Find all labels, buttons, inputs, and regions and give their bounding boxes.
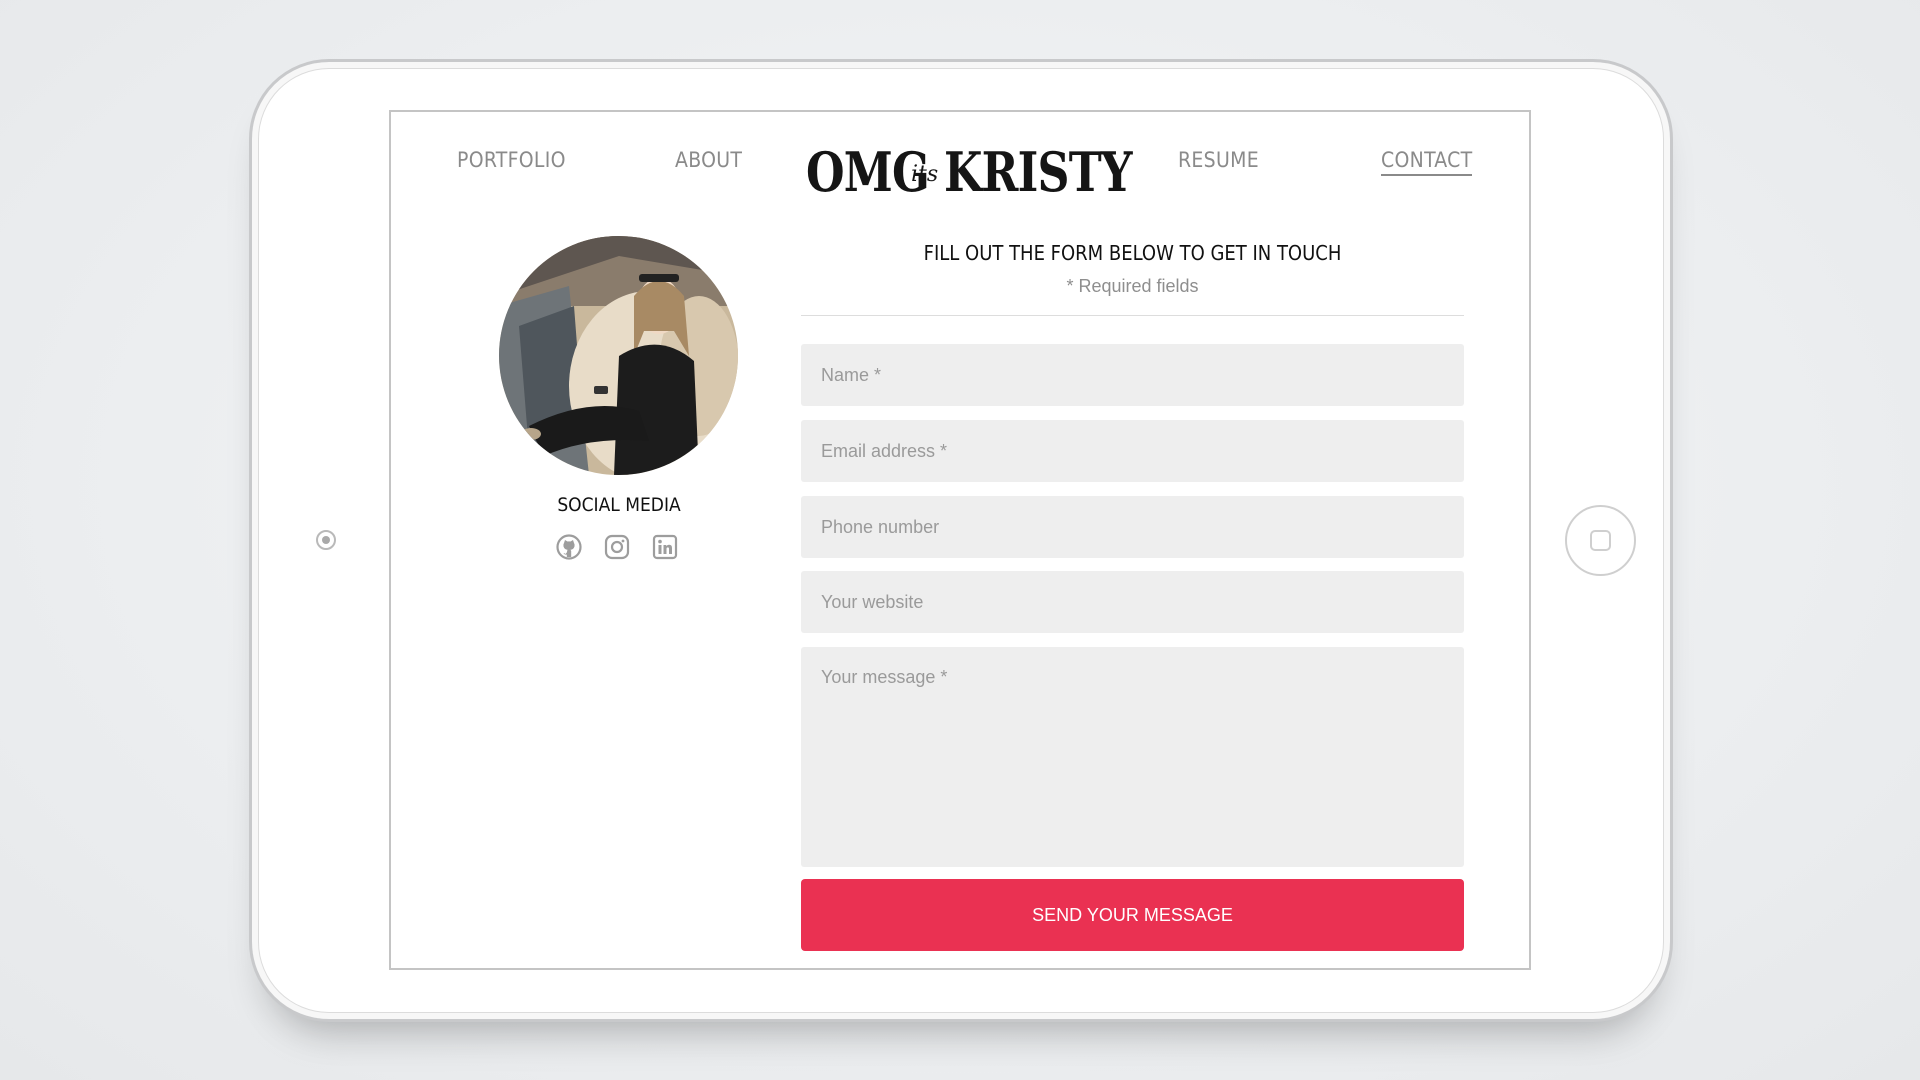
instagram-icon[interactable] bbox=[604, 534, 630, 560]
github-icon[interactable] bbox=[556, 534, 582, 560]
nav-portfolio[interactable]: PORTFOLIO bbox=[457, 148, 566, 172]
form-title: FILL OUT THE FORM BELOW TO GET IN TOUCH bbox=[923, 241, 1342, 265]
profile-photo-image bbox=[499, 236, 738, 475]
browser-viewport: PORTFOLIO ABOUT OMG its KRISTY RESUME CO… bbox=[389, 110, 1531, 970]
form-divider bbox=[801, 315, 1464, 316]
nav-about[interactable]: ABOUT bbox=[675, 148, 742, 172]
nav-resume[interactable]: RESUME bbox=[1178, 148, 1259, 172]
send-message-button[interactable]: SEND YOUR MESSAGE bbox=[801, 879, 1464, 951]
social-icons bbox=[556, 534, 678, 560]
message-field[interactable] bbox=[801, 647, 1464, 867]
logo-text-right: KRISTY bbox=[944, 140, 1132, 204]
site-logo[interactable]: OMG its KRISTY bbox=[806, 140, 1133, 204]
social-media-title: SOCIAL MEDIA bbox=[557, 494, 681, 516]
linkedin-icon[interactable] bbox=[652, 534, 678, 560]
nav-contact[interactable]: CONTACT bbox=[1381, 148, 1473, 176]
required-fields-note: * Required fields bbox=[1066, 276, 1199, 296]
logo-text-left: OMG bbox=[806, 140, 930, 204]
email-field[interactable] bbox=[801, 420, 1464, 482]
tablet-home-button[interactable] bbox=[1565, 505, 1636, 576]
profile-photo bbox=[499, 236, 738, 475]
phone-field[interactable] bbox=[801, 496, 1464, 558]
tablet-camera-icon bbox=[316, 530, 336, 550]
website-field[interactable] bbox=[801, 571, 1464, 633]
name-field[interactable] bbox=[801, 344, 1464, 406]
